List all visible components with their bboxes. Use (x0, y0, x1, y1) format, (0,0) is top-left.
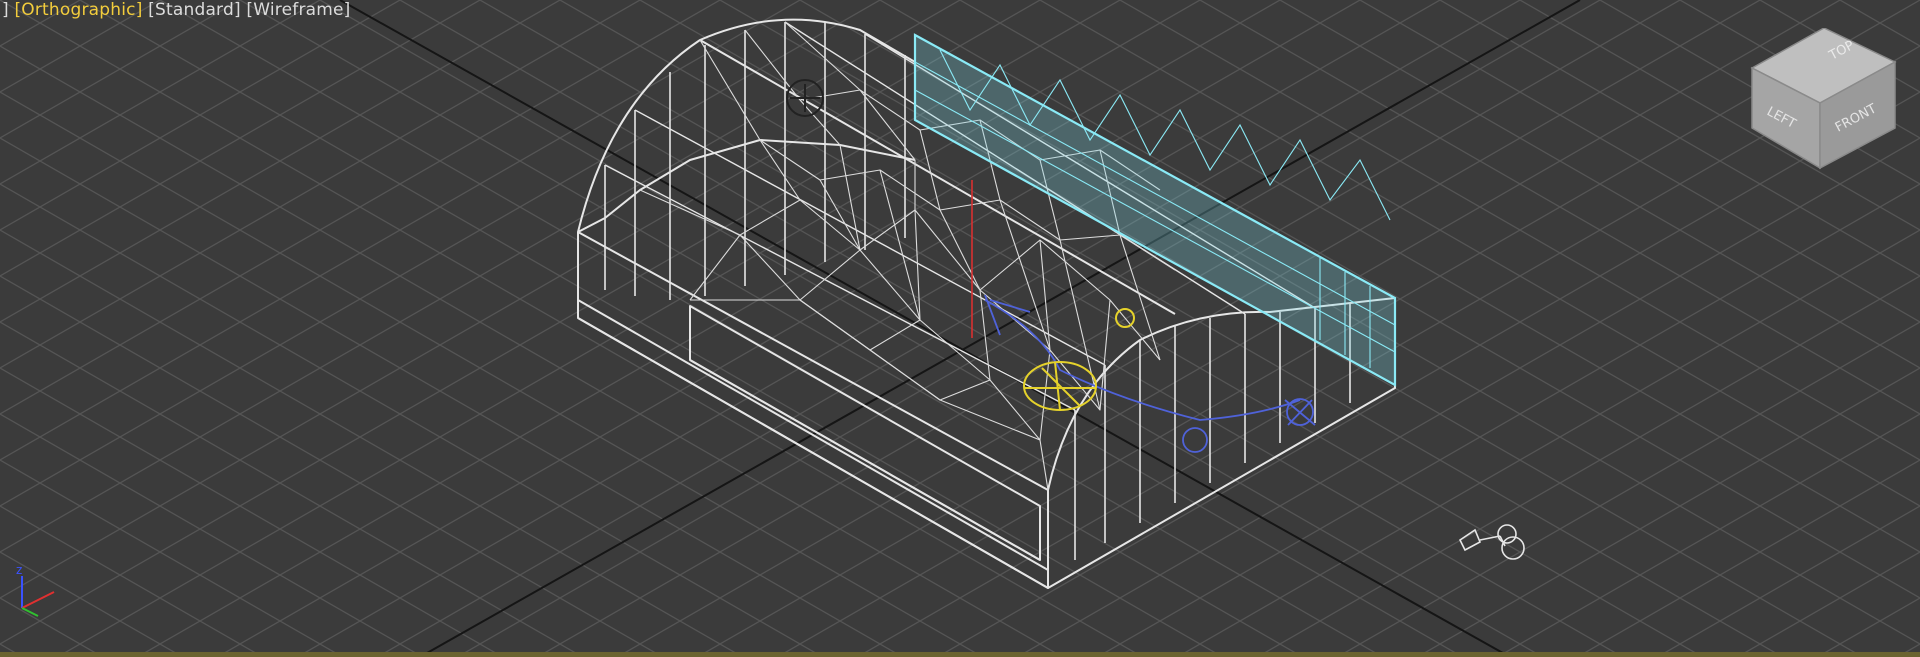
viewport-point-of-view-menu[interactable]: [Orthographic] (14, 0, 142, 20)
x-axis-icon (21, 591, 55, 609)
viewport-label-menu[interactable]: ] [Orthographic] [Standard] [Wireframe] (2, 0, 351, 20)
viewcube-navigator[interactable]: TOP LEFT FRONT (1740, 28, 1900, 178)
svg-text:z: z (16, 563, 22, 577)
y-axis-icon (21, 607, 39, 617)
target-helper (786, 79, 824, 117)
viewport-bottom-border (0, 652, 1920, 657)
viewport-display-mode-menu[interactable]: [Wireframe] (246, 0, 350, 20)
viewport-general-menu[interactable]: ] (2, 0, 9, 20)
viewport-shading-menu[interactable]: [Standard] (148, 0, 241, 20)
axis-tripod: z (16, 563, 55, 617)
3d-viewport[interactable]: ] [Orthographic] [Standard] [Wireframe] … (0, 0, 1920, 657)
camera-helper[interactable] (1455, 510, 1545, 570)
viewport-canvas[interactable] (0, 0, 1920, 657)
